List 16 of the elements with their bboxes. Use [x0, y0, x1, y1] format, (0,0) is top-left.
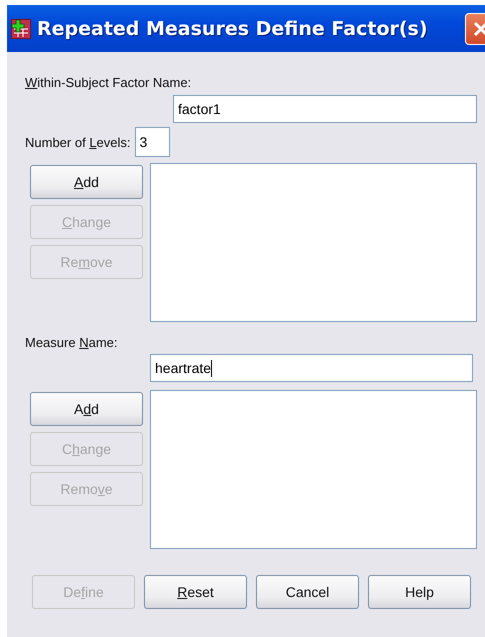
levels-field[interactable]: 3 — [134, 127, 170, 157]
button[interactable]: Help — [368, 575, 471, 609]
close-icon — [472, 20, 485, 38]
button[interactable]: Reset — [144, 575, 247, 609]
factor-list[interactable] — [150, 163, 477, 322]
button[interactable]: Add — [30, 165, 143, 199]
measure-name-label: Measure Name: — [25, 335, 118, 350]
levels-label: Number of Levels: — [25, 134, 131, 150]
measure-list[interactable] — [150, 390, 477, 549]
app-icon — [11, 18, 31, 38]
window-title: Repeated Measures Define Factor(s) — [37, 18, 428, 40]
measure-name-field[interactable]: heartrate — [150, 354, 473, 382]
button[interactable]: Add — [30, 392, 143, 426]
button[interactable]: Cancel — [256, 575, 359, 609]
factor-name-field[interactable]: factor1 — [173, 95, 477, 123]
factor-name-label: Within-Subject Factor Name: — [25, 75, 192, 90]
